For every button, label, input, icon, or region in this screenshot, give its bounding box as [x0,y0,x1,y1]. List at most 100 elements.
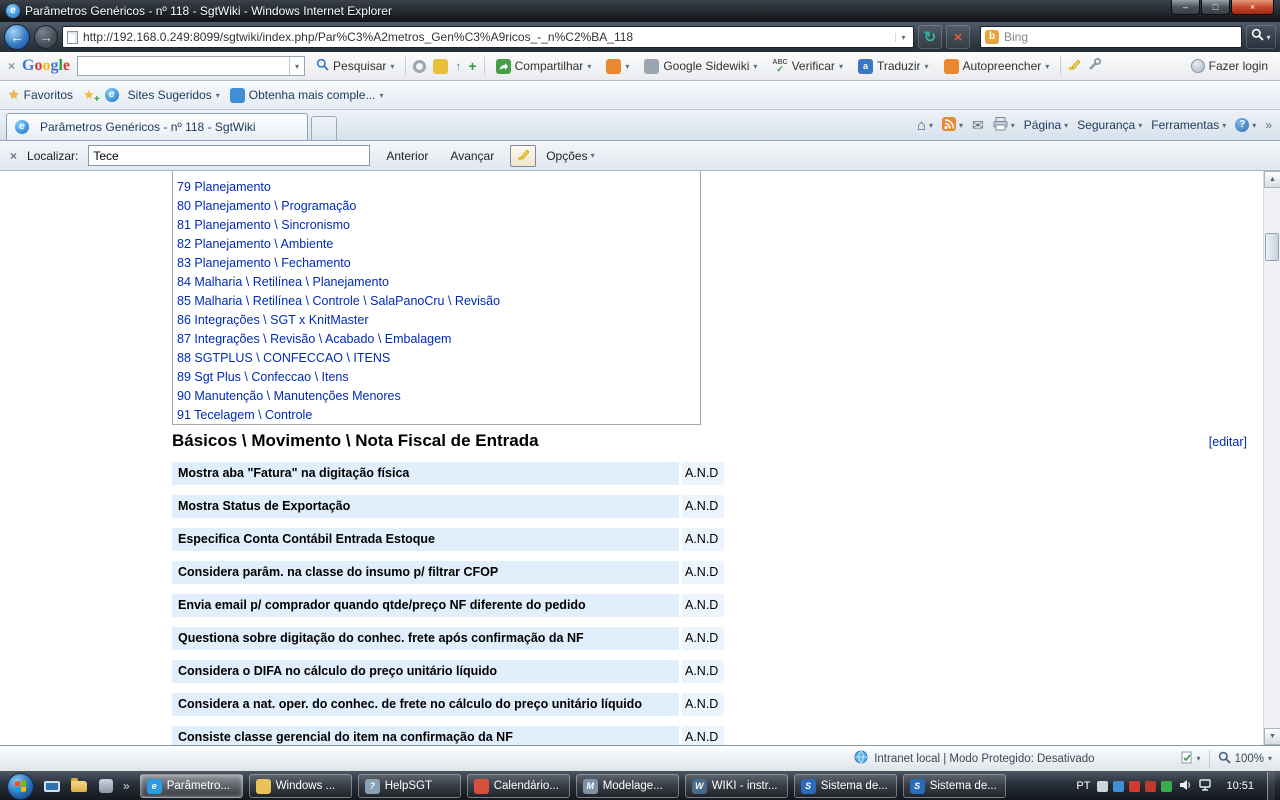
maximize-button[interactable]: □ [1201,0,1230,15]
toolbar-close-icon[interactable]: × [8,59,15,73]
taskbar-button[interactable]: Calendário... [467,774,570,798]
taskbar-button[interactable]: ? HelpSGT [358,774,461,798]
taskbar-button[interactable]: W WIKI - instr... [685,774,788,798]
scroll-up-button[interactable]: ▲ [1264,171,1280,188]
toc-link[interactable]: 91 Tecelagem \ Controle [177,406,700,425]
address-bar[interactable]: http://192.168.0.249:8099/sgtwiki/index.… [62,26,914,48]
google-search-dropdown[interactable]: ▾ [289,57,304,75]
search-box[interactable]: b Bing [980,26,1242,48]
taskbar-button[interactable]: M Modelage... [576,774,679,798]
tools-menu[interactable]: Ferramentas ▾ [1151,118,1226,132]
quicklaunch-overflow-icon[interactable]: » [123,779,130,793]
taskbar-button[interactable]: e Parâmetro... [140,774,243,798]
show-desktop-button[interactable] [1267,772,1275,800]
feeds-button[interactable]: ▾ [942,117,963,134]
toc-link[interactable]: 86 Integrações \ SGT x KnitMaster [177,311,700,330]
google-search-field[interactable]: ▾ [77,56,305,76]
tray-icon[interactable] [1145,781,1156,792]
tray-icon[interactable] [1097,781,1108,792]
security-menu[interactable]: Segurança ▾ [1077,118,1142,132]
find-previous-button[interactable]: Anterior [380,146,434,166]
autofill-button[interactable]: Autopreencher ▾ [940,57,1054,76]
toc-link[interactable]: 90 Manutenção \ Manutenções Menores [177,387,700,406]
toc-link[interactable]: 89 Sgt Plus \ Confeccao \ Itens [177,368,700,387]
add-button-icon[interactable]: + [468,58,476,74]
highlight-all-button[interactable] [510,145,536,167]
vertical-scrollbar[interactable]: ▲ ▼ [1263,171,1280,745]
close-button[interactable]: × [1231,0,1274,15]
find-input[interactable] [88,145,370,166]
parameter-label-cell: Mostra aba "Fatura" na digitação física [172,462,679,485]
url-text[interactable]: http://192.168.0.249:8099/sgtwiki/index.… [83,30,895,44]
toc-link[interactable]: 83 Planejamento \ Fechamento [177,254,700,273]
maximize-icon: □ [1213,2,1218,12]
send-icon[interactable]: ↑ [455,59,461,73]
toc-link[interactable]: 87 Integrações \ Revisão \ Acabado \ Emb… [177,330,700,349]
login-button[interactable]: Fazer login [1187,57,1272,75]
bookmark-icon[interactable] [413,60,426,73]
note-icon[interactable] [433,59,448,74]
suggested-sites-button[interactable]: e Sites Sugeridos ▾ [105,88,220,102]
tray-icon[interactable] [1129,781,1140,792]
quicklaunch-app-icon[interactable] [96,777,116,795]
toc-link[interactable]: 85 Malharia \ Retilínea \ Controle \ Sal… [177,292,700,311]
back-button[interactable]: ← [4,24,30,50]
tray-icon[interactable] [1113,781,1124,792]
favorites-button[interactable]: ★ Favoritos [8,87,73,103]
highlighter-icon[interactable] [1068,58,1081,74]
wrench-icon[interactable] [1088,58,1101,74]
translate-button[interactable]: a Traduzir ▾ [854,57,933,76]
taskbar-button[interactable]: S Sistema de... [794,774,897,798]
network-icon[interactable] [1199,779,1213,794]
google-search-input[interactable] [78,58,289,74]
refresh-button[interactable]: ↻ [918,25,942,49]
sidewiki-button[interactable]: Google Sidewiki ▾ [640,57,761,76]
google-search-button[interactable]: Pesquisar ▾ [312,56,398,76]
zoom-control[interactable]: 100% ▾ [1218,751,1272,767]
print-button[interactable]: ▾ [993,117,1015,134]
table-row: Especifica Conta Contábil Entrada Estoqu… [172,528,724,551]
toc-link[interactable]: 88 SGTPLUS \ CONFECCAO \ ITENS [177,349,700,368]
forward-button[interactable]: → [34,25,58,49]
address-dropdown-button[interactable]: ▾ [895,33,911,42]
add-favorite-button[interactable]: ★ + [83,87,95,103]
home-button[interactable]: ⌂ ▾ [917,117,933,134]
spellcheck-button[interactable]: ABC ✓ Verificar ▾ [768,57,847,75]
taskbar-button[interactable]: Windows ... [249,774,352,798]
search-provider-label[interactable]: Bing [1004,30,1028,44]
get-more-addons-button[interactable]: Obtenha mais comple... ▾ [230,88,384,103]
read-mail-button[interactable]: ✉ [972,117,984,134]
taskbar-clock[interactable]: 10:51 [1220,780,1260,792]
new-tab-button[interactable] [311,116,337,140]
find-close-icon[interactable]: × [10,149,17,163]
share-button[interactable]: Compartilhar ▾ [492,57,596,76]
find-next-button[interactable]: Avançar [444,146,500,166]
scrollbar-thumb[interactable] [1265,233,1279,261]
scroll-down-button[interactable]: ▼ [1264,728,1280,745]
language-indicator[interactable]: PT [1076,780,1090,792]
find-options-menu[interactable]: Opções ▾ [546,149,594,163]
page-menu[interactable]: Página ▾ [1024,118,1068,132]
volume-icon[interactable] [1179,779,1192,794]
quicklaunch-explorer-icon[interactable] [69,777,89,795]
help-menu[interactable]: ? ▾ [1235,118,1256,132]
stop-button[interactable]: × [946,25,970,49]
start-button[interactable] [7,773,34,800]
toc-link[interactable]: 81 Planejamento \ Sincronismo [177,216,700,235]
overflow-chevron-icon[interactable]: » [1265,118,1272,132]
sidewiki-button-label: Google Sidewiki [663,59,749,73]
toc-link[interactable]: 84 Malharia \ Retilínea \ Planejamento [177,273,700,292]
status-action[interactable]: ▾ [1181,751,1201,767]
toc-link[interactable]: 80 Planejamento \ Programação [177,197,700,216]
google-logo: Google [22,57,70,75]
taskbar-button[interactable]: S Sistema de... [903,774,1006,798]
search-go-button[interactable]: ▾ [1246,25,1276,49]
toc-link[interactable]: 79 Planejamento [177,178,700,197]
quicklaunch-desktop-icon[interactable] [42,777,62,795]
sidewiki-orange-button[interactable]: ▾ [602,57,633,76]
tray-icon[interactable] [1161,781,1172,792]
edit-link[interactable]: [editar] [1209,435,1247,449]
tab-active[interactable]: e Parâmetros Genéricos - nº 118 - SgtWik… [6,113,308,140]
toc-link[interactable]: 82 Planejamento \ Ambiente [177,235,700,254]
minimize-button[interactable]: – [1171,0,1200,15]
